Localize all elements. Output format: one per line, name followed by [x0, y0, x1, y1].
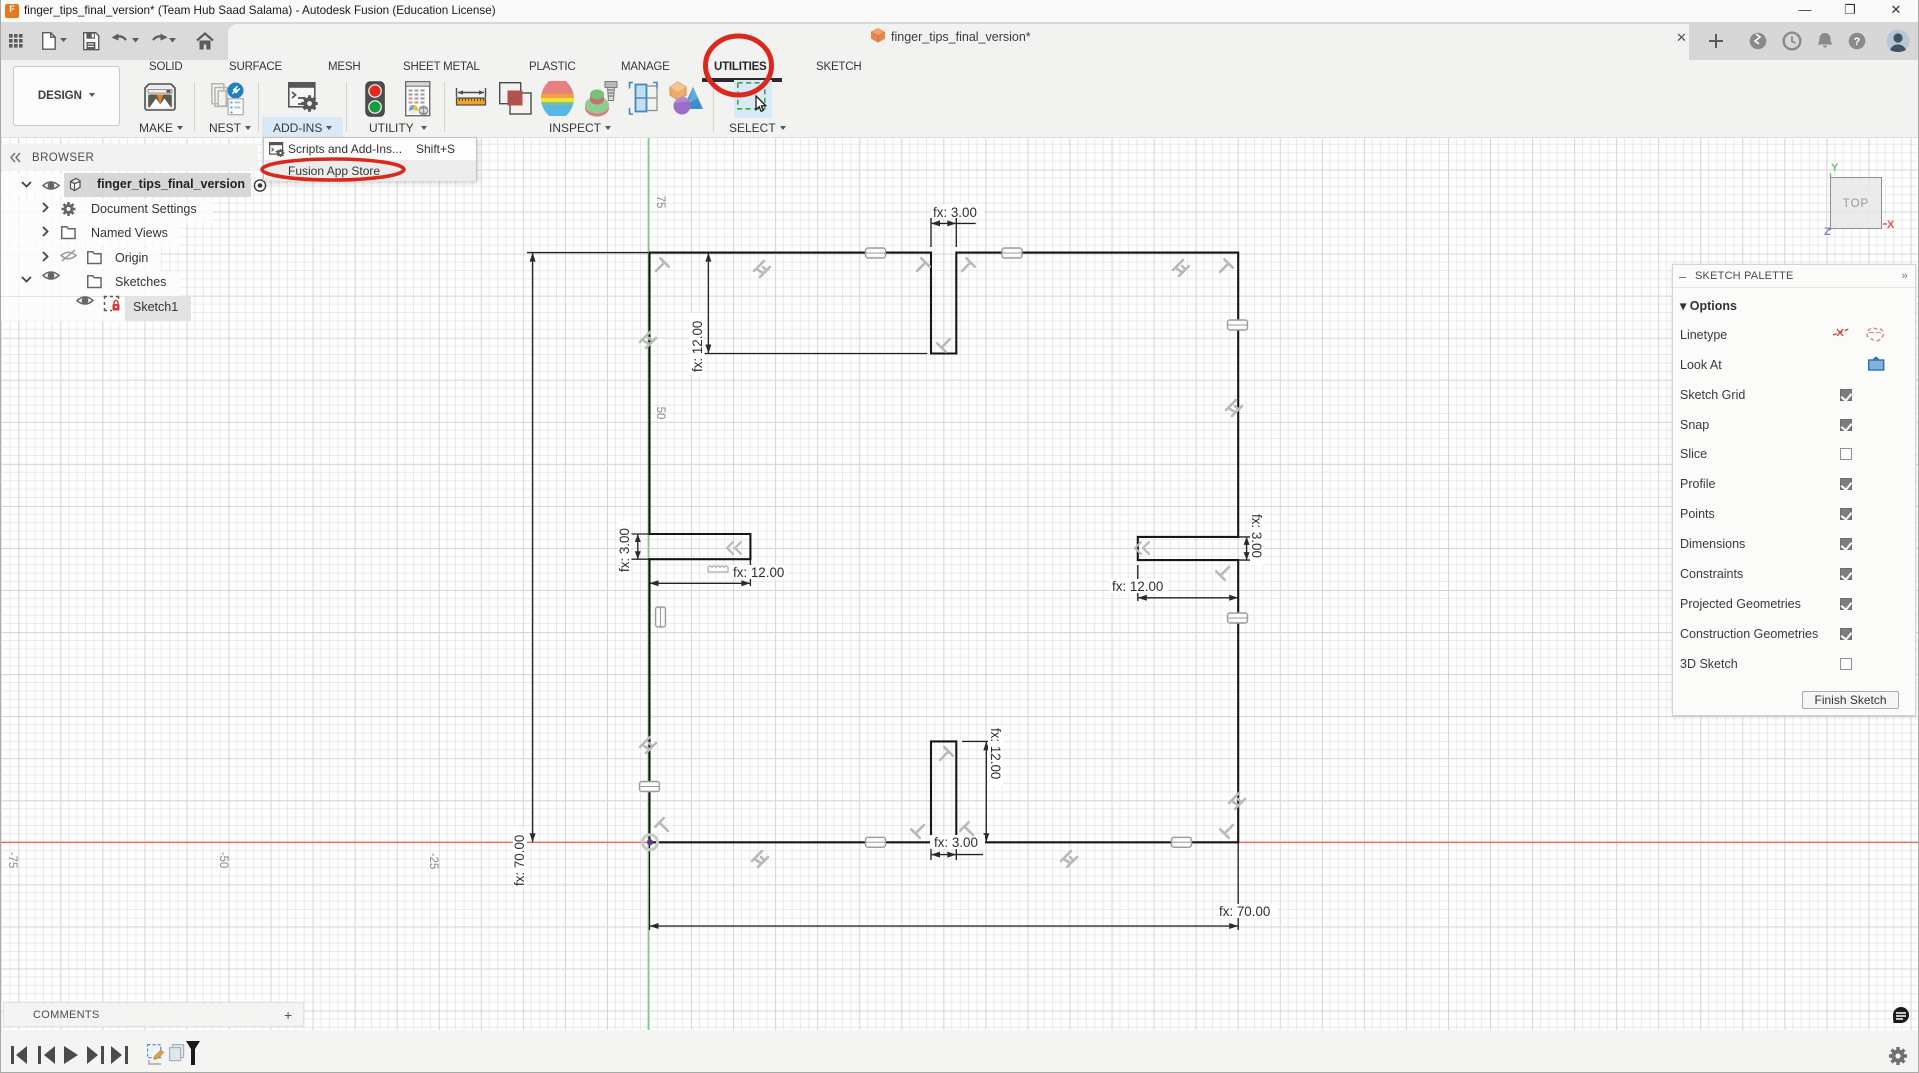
- svg-text:fx: 70.00: fx: 70.00: [1219, 904, 1270, 919]
- svg-text:-75: -75: [6, 852, 18, 869]
- svg-text:fx: 3.00: fx: 3.00: [933, 205, 977, 220]
- svg-text:fx: 3.00: fx: 3.00: [934, 835, 978, 850]
- svg-text:fx: 12.00: fx: 12.00: [733, 565, 784, 580]
- svg-text:fx: 3.00: fx: 3.00: [1249, 514, 1264, 558]
- svg-text:fx: 12.00: fx: 12.00: [1112, 579, 1163, 594]
- svg-text:?: ?: [1854, 36, 1861, 48]
- svg-text:fx: 12.00: fx: 12.00: [690, 321, 705, 372]
- svg-text:50: 50: [654, 407, 666, 420]
- svg-text:fx: 3.00: fx: 3.00: [617, 528, 632, 572]
- svg-text:-25: -25: [427, 853, 439, 870]
- svg-text:fx: 70.00: fx: 70.00: [512, 835, 527, 886]
- svg-text:-50: -50: [217, 852, 229, 869]
- svg-text:fx: 12.00: fx: 12.00: [988, 728, 1003, 779]
- svg-text:75: 75: [654, 196, 666, 209]
